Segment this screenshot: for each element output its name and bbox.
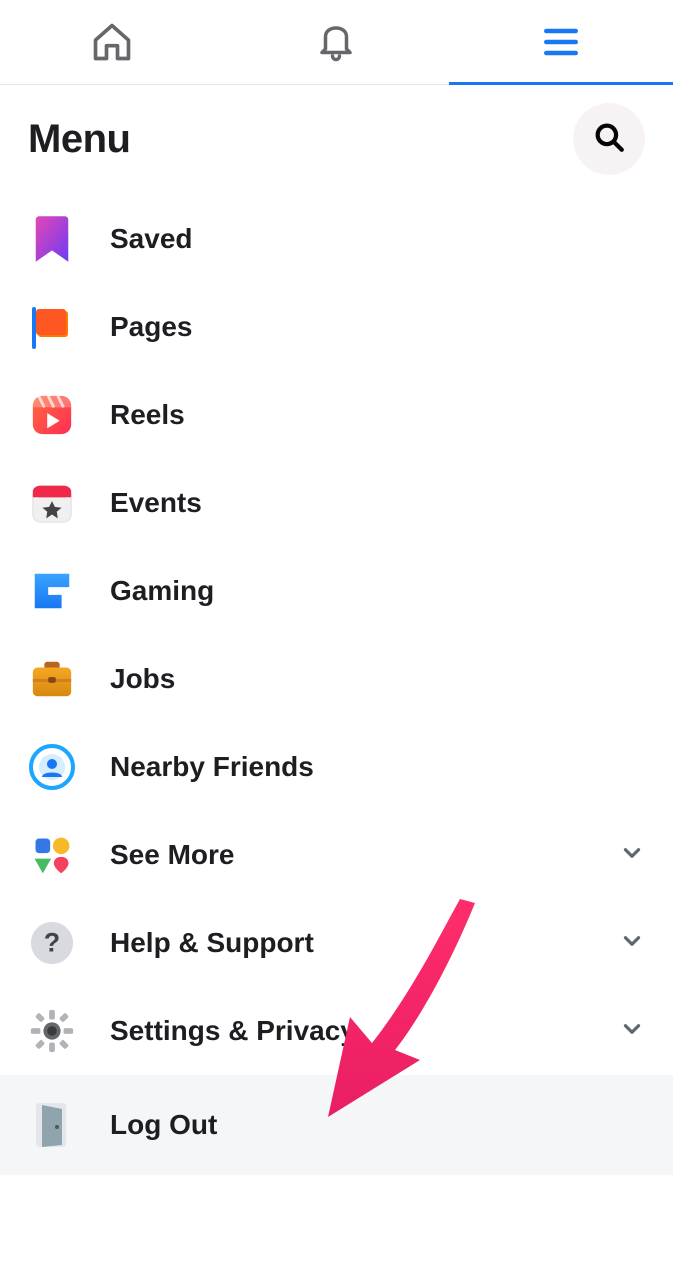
page-title: Menu xyxy=(28,117,130,162)
help-icon: ? xyxy=(28,919,76,967)
top-nav xyxy=(0,0,673,85)
menu-item-nearby-friends[interactable]: Nearby Friends xyxy=(0,723,673,811)
menu-item-logout[interactable]: Log Out xyxy=(0,1075,673,1175)
menu-item-label: Saved xyxy=(110,223,645,255)
menu-item-help-support[interactable]: ? Help & Support xyxy=(0,899,673,987)
menu-item-label: Pages xyxy=(110,311,645,343)
menu-list: Saved Pages Re xyxy=(0,185,673,1175)
bookmark-icon xyxy=(28,215,76,263)
nav-home-tab[interactable] xyxy=(0,0,224,84)
menu-item-reels[interactable]: Reels xyxy=(0,371,673,459)
menu-item-gaming[interactable]: Gaming xyxy=(0,547,673,635)
home-icon xyxy=(90,20,134,64)
menu-item-label: Nearby Friends xyxy=(110,751,645,783)
menu-item-see-more[interactable]: See More xyxy=(0,811,673,899)
menu-item-label: Log Out xyxy=(110,1109,645,1141)
gaming-icon xyxy=(28,567,76,615)
menu-item-saved[interactable]: Saved xyxy=(0,195,673,283)
menu-header: Menu xyxy=(0,85,673,185)
menu-item-label: Jobs xyxy=(110,663,645,695)
menu-item-settings-privacy[interactable]: Settings & Privacy xyxy=(0,987,673,1075)
menu-item-label: Help & Support xyxy=(110,927,585,959)
door-icon xyxy=(28,1101,76,1149)
menu-item-pages[interactable]: Pages xyxy=(0,283,673,371)
apps-icon xyxy=(28,831,76,879)
gear-icon xyxy=(28,1007,76,1055)
menu-item-label: Gaming xyxy=(110,575,645,607)
menu-item-label: See More xyxy=(110,839,585,871)
briefcase-icon xyxy=(28,655,76,703)
nearby-icon xyxy=(28,743,76,791)
menu-item-events[interactable]: Events xyxy=(0,459,673,547)
chevron-down-icon xyxy=(619,928,645,959)
nav-menu-tab[interactable] xyxy=(449,0,673,84)
menu-item-jobs[interactable]: Jobs xyxy=(0,635,673,723)
menu-item-label: Events xyxy=(110,487,645,519)
flag-icon xyxy=(28,303,76,351)
menu-item-label: Reels xyxy=(110,399,645,431)
calendar-icon xyxy=(28,479,76,527)
reels-icon xyxy=(28,391,76,439)
nav-notifications-tab[interactable] xyxy=(224,0,448,84)
svg-text:?: ? xyxy=(44,928,60,958)
search-icon xyxy=(592,120,626,159)
menu-item-label: Settings & Privacy xyxy=(110,1015,585,1047)
chevron-down-icon xyxy=(619,1016,645,1047)
search-button[interactable] xyxy=(573,103,645,175)
chevron-down-icon xyxy=(619,840,645,871)
hamburger-icon xyxy=(539,20,583,64)
bell-icon xyxy=(315,21,357,63)
